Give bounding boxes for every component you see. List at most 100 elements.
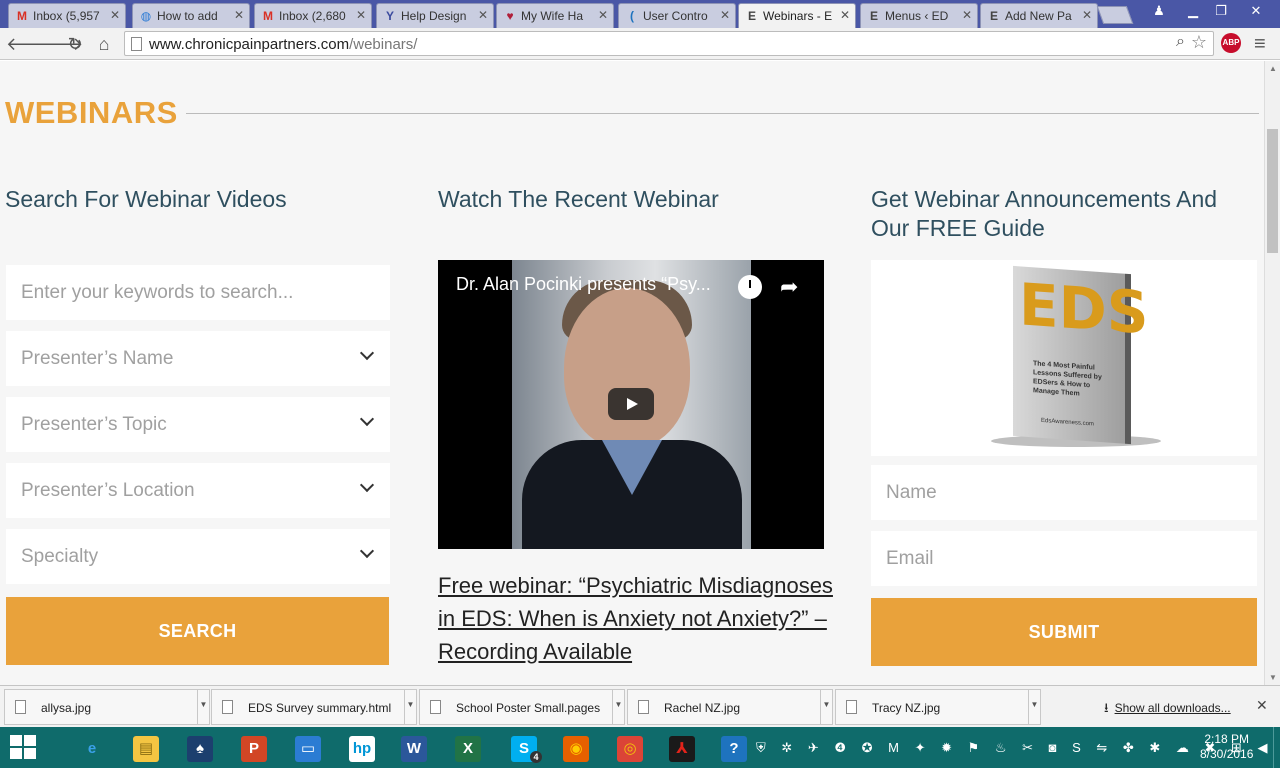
window-close-icon[interactable]: ✕ [1238,0,1274,22]
download-options-icon[interactable]: ▼ [404,690,416,724]
download-item[interactable]: Tracy NZ.jpg ▼ [835,689,1041,725]
start-button[interactable] [10,735,38,761]
download-options-icon[interactable]: ▼ [612,690,624,724]
tab-close-icon[interactable]: ✕ [1082,8,1092,22]
browser-tab[interactable]: E Webinars - E ✕ [738,3,856,29]
app-glyph: X [455,735,481,762]
video-player[interactable]: Dr. Alan Pocinki presents “Psy... ➦ [438,260,824,549]
tab-close-icon[interactable]: ✕ [720,8,730,22]
file-icon [430,700,441,714]
zoom-icon[interactable]: ⌕ [1176,33,1185,51]
browser-tab[interactable]: E Add New Pa ✕ [980,3,1098,28]
tab-title: Inbox (5,957 [33,9,100,23]
download-item[interactable]: allysa.jpg ▼ [4,689,210,725]
hp-icon[interactable]: hp [342,731,382,765]
skype-badge: 4 [530,751,542,763]
ie-icon[interactable]: e [72,731,112,765]
keywords-search-input[interactable]: Enter your keywords to search... [6,265,390,320]
downloads-bar: Tracy NZ.jpg ▼ Rachel NZ.jpg ▼ School Poster… [0,685,1280,727]
browser-tab[interactable]: ◍ How to add ✕ [132,3,250,28]
windows-logo-pane [24,748,36,759]
specialty-select[interactable]: Specialty [6,529,390,584]
tab-close-icon[interactable]: ✕ [234,8,244,22]
skype-icon[interactable]: S4 [504,731,544,765]
file-explorer-icon[interactable]: ▤ [126,731,166,765]
chevron-down-icon [359,477,375,493]
firefox-icon[interactable]: ◉ [556,731,596,765]
page-scrollbar[interactable]: ▲ ▼ [1264,61,1280,685]
user-profile-icon[interactable]: ♟ [1142,0,1176,22]
powerpoint-icon[interactable]: P [234,731,274,765]
help-app-icon[interactable]: ? [714,731,754,765]
browser-tab[interactable]: M Inbox (5,957 ✕ [8,3,126,28]
play-icon[interactable] [608,388,654,420]
tab-close-icon[interactable]: ✕ [356,8,366,22]
chrome-menu-icon[interactable]: ≡ [1254,33,1266,56]
presenter-topic-select[interactable]: Presenter’s Topic [6,397,390,452]
email-input[interactable]: Email [871,531,1257,586]
windows-logo-pane [24,735,36,746]
search-button[interactable]: SEARCH [6,597,389,665]
presenter-location-select[interactable]: Presenter’s Location [6,463,390,518]
chevron-down-icon [359,411,375,427]
browser-tab[interactable]: M Inbox (2,680 ✕ [254,3,372,28]
download-options-icon[interactable]: ▼ [1028,690,1040,724]
windows-logo-icon [10,735,22,746]
download-item[interactable]: School Poster Small.pages ▼ [419,689,625,725]
tab-title: My Wife Ha [521,9,584,23]
watch-later-icon[interactable] [738,275,762,299]
show-all-downloads-link[interactable]: ⭳ Show all downloads... [1104,699,1231,721]
signup-heading: Get Webinar Announcements And Our FREE G… [871,186,1218,241]
app-glyph: ? [721,735,747,762]
browser-tab[interactable]: E Menus ‹ ED ✕ [860,3,978,28]
tab-close-icon[interactable]: ✕ [962,8,972,22]
tab-title: User Contro [643,9,708,23]
scroll-up-icon[interactable]: ▲ [1269,64,1277,73]
tab-close-icon[interactable]: ✕ [840,8,850,22]
download-options-icon[interactable]: ▼ [197,690,209,724]
tab-close-icon[interactable]: ✕ [110,8,120,22]
back-icon[interactable]: 🡐 [6,33,54,55]
file-icon [15,700,26,714]
system-tray[interactable]: ⛨ ✲ ✈ ❹ ✪ M ✦ ✹ ⚑ ♨ ✂ ◙ S ⇋ ✤ ✱ ☁ ✖ ⊞ ◀ [756,740,1274,756]
browser-tab[interactable]: (User Contro ✕ [618,3,736,28]
download-item[interactable]: EDS Survey summary.html ▼ [211,689,417,725]
taskbar-clock[interactable]: 2:18 PM 8/30/2016 [1200,732,1253,762]
adblock-icon[interactable]: ABP [1221,33,1241,53]
app-glyph: ♠ [187,735,213,762]
url-text[interactable]: www.chronicpainpartners.com/webinars/ [149,36,417,53]
name-input[interactable]: Name [871,465,1257,520]
solitaire-icon[interactable]: ♠ [180,731,220,765]
select-label: Presenter’s Name [21,348,174,369]
acrobat-icon[interactable]: ⅄ [662,731,702,765]
home-icon[interactable]: ⌂ [93,33,115,55]
scroll-thumb[interactable] [1267,129,1278,253]
video-title[interactable]: Dr. Alan Pocinki presents “Psy... [456,274,711,295]
download-options-icon[interactable]: ▼ [820,690,832,724]
chrome-app-icon[interactable]: ◎ [610,731,650,765]
restore-icon[interactable]: ❐ [1204,0,1238,22]
new-tab-button[interactable] [1096,6,1134,24]
webinar-recording-link[interactable]: Free webinar: “Psychiatric Misdiagnoses … [438,569,838,668]
tab-close-icon[interactable]: ✕ [478,8,488,22]
browser-tab[interactable]: ♥ My Wife Ha ✕ [496,3,614,28]
show-desktop-button[interactable] [1273,727,1280,768]
tab-close-icon[interactable]: ✕ [598,8,608,22]
address-bar[interactable]: www.chronicpainpartners.com/webinars/ ⌕ … [124,31,1214,56]
app-glyph: e [87,739,97,757]
excel-icon[interactable]: X [448,731,488,765]
presenter-name-select[interactable]: Presenter’s Name [6,331,390,386]
downloads-close-icon[interactable]: ✕ [1256,697,1268,714]
forward-icon[interactable]: 🡒 [35,33,83,55]
gmail-icon: M [263,9,273,23]
download-item[interactable]: Rachel NZ.jpg ▼ [627,689,833,725]
share-icon[interactable]: ➦ [780,274,798,300]
reload-icon[interactable]: ↻ [64,33,86,55]
browser-tab[interactable]: Y Help Design ✕ [376,3,494,28]
download-filename: EDS Survey summary.html [248,701,392,715]
remote-desktop-icon[interactable]: ▭ [288,731,328,765]
word-icon[interactable]: W [394,731,434,765]
bookmark-star-icon[interactable]: ☆ [1191,32,1207,53]
scroll-down-icon[interactable]: ▼ [1269,673,1277,682]
submit-button[interactable]: SUBMIT [871,598,1257,666]
